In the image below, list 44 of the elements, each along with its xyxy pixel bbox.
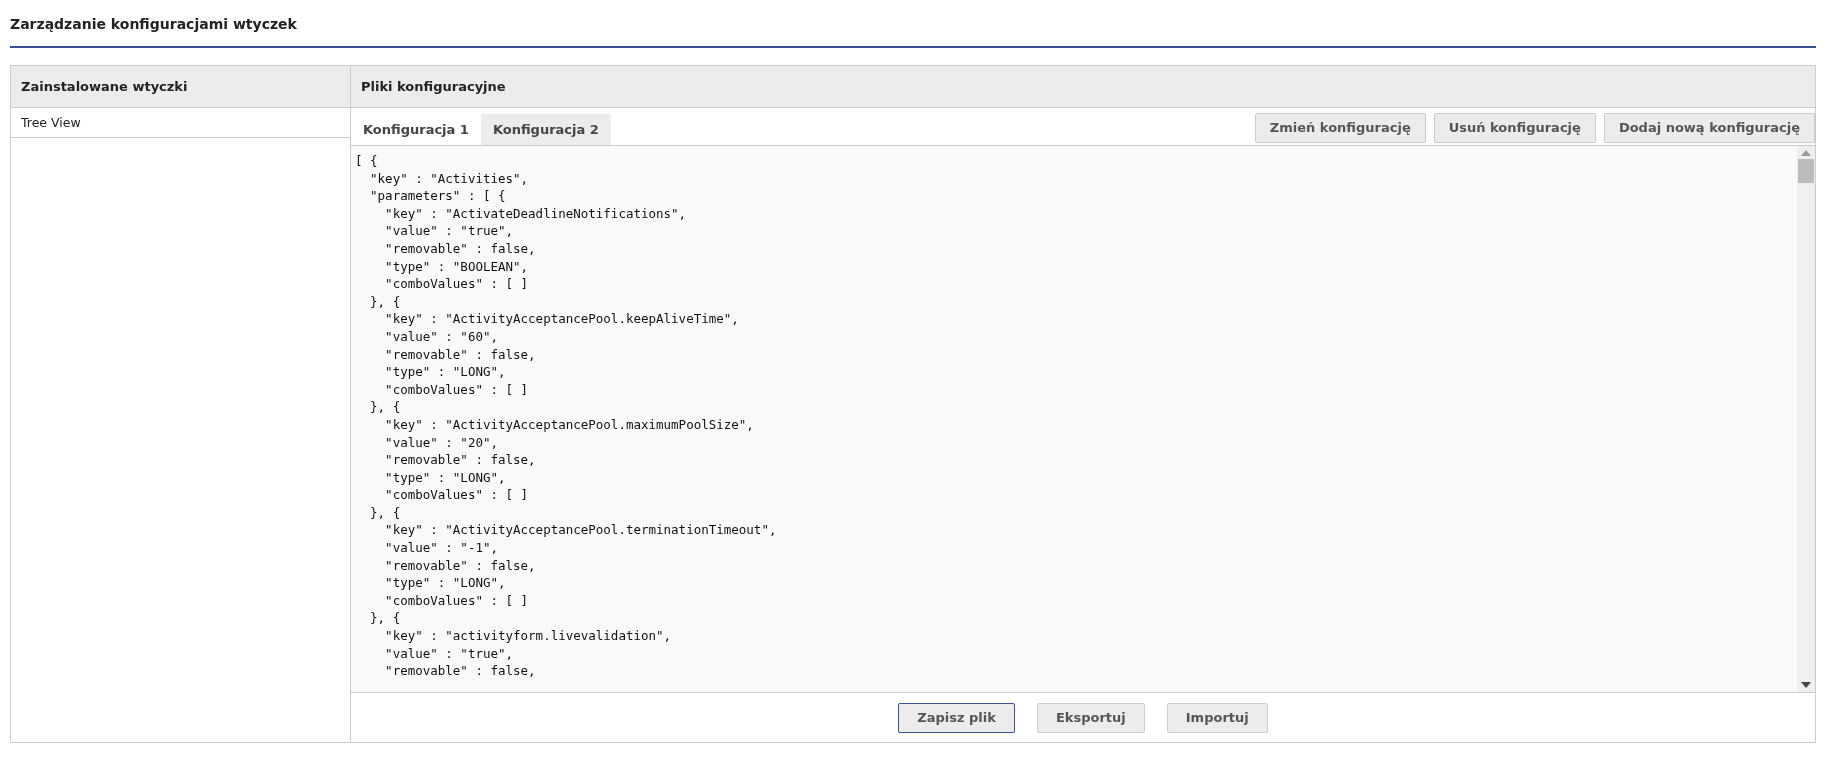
code-line: "type" : "LONG", (384, 468, 506, 487)
code-line: [ { (355, 152, 378, 170)
code-line: "comboValues" : [ ] (384, 275, 529, 293)
code-line: "key" : "ActivateDeadlineNotifications", (384, 204, 687, 223)
panel-header: Zainstalowane wtyczki (11, 66, 350, 108)
page-title: Zarządzanie konfiguracjami wtyczek (10, 15, 298, 34)
code-line: }, { (369, 609, 401, 628)
code-line: "comboValues" : [ ] (384, 486, 529, 504)
code-line: }, { (369, 503, 401, 522)
code-line: "removable" : false, (384, 345, 536, 364)
code-line: "key" : "ActivityAcceptancePool.keepAliveTime", (384, 310, 739, 328)
code-line: "key" : "Activities", (369, 169, 529, 188)
code-line: "value" : "true", (384, 644, 514, 663)
code-line: "value" : "-1", (384, 539, 498, 557)
scroll-down-icon[interactable] (1801, 682, 1811, 688)
code-line: }, { (369, 398, 401, 416)
footer-button[interactable]: Eksportuj (1036, 702, 1145, 733)
footer-button[interactable]: Zapisz plik (898, 702, 1015, 733)
config-tab[interactable]: Konfiguracja 2 (480, 114, 611, 145)
code-line: "removable" : false, (384, 662, 536, 680)
panel-header: Pliki konfiguracyjne (351, 66, 1815, 108)
code-line: "removable" : false, (384, 239, 536, 258)
code-line: "value" : "60", (384, 327, 498, 346)
action-button[interactable]: Usuń konfigurację (1433, 112, 1596, 143)
code-line: }, { (369, 292, 401, 311)
code-line: "key" : "ActivityAcceptancePool.terminationTimeout", (384, 521, 777, 540)
code-line: "type" : "LONG", (384, 574, 506, 592)
code-line: "comboValues" : [ ] (384, 380, 529, 399)
footer-button[interactable]: Importuj (1166, 702, 1268, 733)
code-line: "type" : "BOOLEAN", (384, 257, 529, 276)
code-line: "type" : "LONG", (384, 363, 506, 381)
scroll-up-icon[interactable] (1801, 150, 1811, 156)
code-line: "removable" : false, (384, 556, 536, 575)
code-line: "parameters" : [ { (369, 187, 506, 205)
code-line: "value" : "20", (384, 433, 498, 452)
scrollbar[interactable] (1797, 146, 1815, 692)
code-line: "key" : "activityform.livevalidation", (384, 627, 672, 645)
action-button[interactable]: Dodaj nową konfigurację (1603, 112, 1815, 143)
code-line: "value" : "true", (384, 222, 514, 240)
code-line: "comboValues" : [ ] (384, 591, 529, 610)
action-button[interactable]: Zmień konfigurację (1254, 112, 1426, 143)
code-line: "removable" : false, (384, 451, 536, 469)
code-line: "key" : "ActivityAcceptancePool.maximumPoolSize", (384, 415, 754, 434)
scroll-thumb[interactable] (1798, 159, 1814, 183)
